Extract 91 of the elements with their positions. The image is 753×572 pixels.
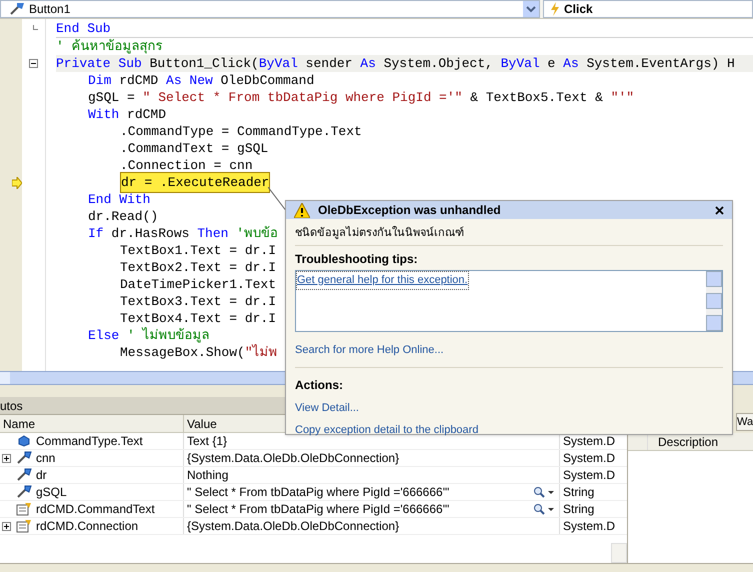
code-token: "'" <box>610 88 634 107</box>
code-token: System.Object, <box>382 54 494 73</box>
section-heading: Troubleshooting tips: <box>295 252 418 266</box>
current-statement: dr = .ExecuteReader <box>120 172 270 194</box>
section-heading: Actions: <box>295 376 344 394</box>
code-token: As <box>563 54 579 73</box>
expand-icon[interactable] <box>2 454 10 462</box>
code-token: gSQL = <box>88 88 136 107</box>
variable-type: String <box>562 484 594 500</box>
code-token: As New <box>166 72 213 90</box>
object-name: Button1 <box>29 1 72 18</box>
code-token: rdCMD <box>118 72 160 90</box>
variable-value: {System.Data.OleDb.OleDbConnection} <box>187 450 400 467</box>
lightning-icon <box>550 2 560 16</box>
warning-icon <box>294 202 310 218</box>
variable-value: " Select * From tbDataPig where PigId ='666666'" <box>187 501 450 518</box>
variable-type: String <box>562 501 594 517</box>
code-token: Private Sub <box>56 54 142 73</box>
object-dropdown[interactable]: Button1 <box>0 0 540 18</box>
variable-value: {System.Data.OleDb.OleDbConnection} <box>187 518 400 535</box>
action-link[interactable]: View Detail... <box>295 400 723 416</box>
variable-icon <box>16 468 32 482</box>
variable-icon <box>16 485 32 499</box>
magnifier-dropdown-icon[interactable] <box>533 503 555 515</box>
dialog-title: OleDbException was unhandled <box>318 202 502 219</box>
variable-name: dr <box>36 467 47 484</box>
variable-value: Nothing <box>187 467 230 484</box>
cube-icon <box>18 435 30 447</box>
code-token: TextBox1.Text = dr.I <box>120 242 276 260</box>
code-token: TextBox2.Text = dr.I <box>120 258 276 277</box>
close-icon <box>715 206 724 214</box>
code-token: Else <box>88 326 120 345</box>
help-online-link[interactable]: Search for more Help Online... <box>295 342 723 358</box>
variable-name: gSQL <box>36 484 67 501</box>
code-token: sender <box>304 54 354 73</box>
code-token: With <box>88 106 120 124</box>
code-token: DateTimePicker1.Text <box>120 276 276 294</box>
panel-title: utos <box>0 398 23 414</box>
scrollbar-track[interactable] <box>611 543 627 563</box>
property-icon <box>16 502 32 516</box>
code-token: .CommandType = CommandType.Text <box>120 122 362 141</box>
panel-tab[interactable]: Wa <box>736 412 753 431</box>
collapse-icon[interactable] <box>29 59 38 68</box>
exception-message: ชนิดข้อมูลไม่ตรงกันในนิพจน์เกณฑ์ <box>295 225 465 241</box>
code-token: ByVal <box>258 54 298 73</box>
code-token: If <box>88 224 104 243</box>
variable-type: System.D <box>562 518 616 534</box>
code-token: e <box>546 54 556 73</box>
code-token: " Select * From tbDataPig where PigId ='" <box>142 88 462 107</box>
code-token: dr.Read() <box>88 208 158 226</box>
variable-value: " Select * From tbDataPig where PigId ='666666'" <box>187 484 450 501</box>
code-token: 'พบข้อ <box>235 224 278 243</box>
code-token: TextBox3.Text = dr.I <box>120 292 276 311</box>
variable-name: cnn <box>36 450 56 467</box>
variable-value: Text {1} <box>187 433 228 450</box>
object-icon <box>9 2 25 16</box>
code-token: System.EventArgs) H <box>586 54 735 73</box>
variable-name: rdCMD.CommandText <box>36 501 155 518</box>
code-token: Then <box>197 224 228 243</box>
code-token: End With <box>88 190 150 209</box>
variable-type: System.D <box>562 450 616 466</box>
callout-line <box>268 187 288 213</box>
variable-type: System.D <box>562 467 616 483</box>
code-token: ' ค้นหาข้อมูลสุกร <box>56 38 163 56</box>
code-token: OleDbCommand <box>220 72 314 90</box>
variable-name: CommandType.Text <box>36 433 143 450</box>
help-link[interactable]: Get general help for this exception. <box>296 271 469 290</box>
event-dropdown[interactable]: Click <box>543 0 753 18</box>
code-token: MessageBox.Show( <box>120 344 245 362</box>
code-token: & TextBox5.Text & <box>469 88 604 107</box>
code-token: As <box>360 54 376 73</box>
code-token: ByVal <box>500 54 540 73</box>
column-header[interactable]: Name <box>0 415 184 432</box>
variable-name: rdCMD.Connection <box>36 518 138 535</box>
property-icon <box>16 519 32 533</box>
event-name: Click <box>564 1 593 18</box>
code-token: "ไม่พ <box>244 343 278 362</box>
variable-icon <box>16 451 32 465</box>
close-button[interactable] <box>715 206 724 214</box>
code-token: ' ไม่พบข้อมูล <box>126 326 210 345</box>
code-token: Dim <box>88 72 112 90</box>
code-token: rdCMD <box>126 106 166 124</box>
expand-icon[interactable] <box>2 522 10 530</box>
code-token: dr.HasRows <box>110 224 190 243</box>
code-token: Button1_Click( <box>148 54 259 73</box>
code-token: TextBox4.Text = dr.I <box>120 310 276 327</box>
vertical-scrollbar[interactable] <box>706 271 722 331</box>
code-token: End Sub <box>56 20 111 38</box>
variable-type: System.D <box>562 433 616 449</box>
code-token: .CommandText = gSQL <box>120 140 268 158</box>
magnifier-dropdown-icon[interactable] <box>533 486 555 498</box>
